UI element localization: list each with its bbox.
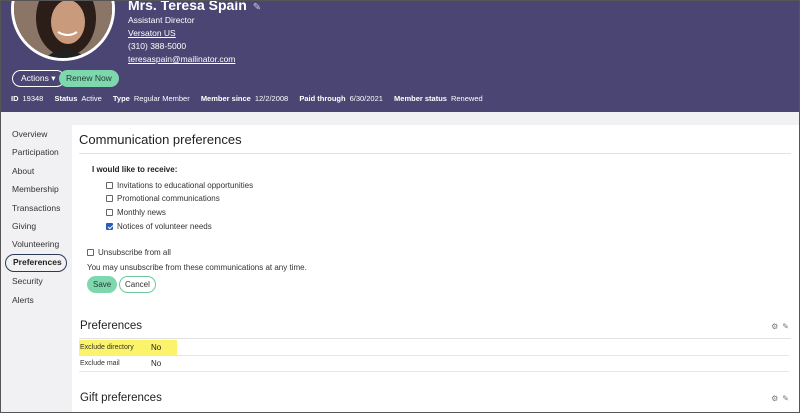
profile-phone: (310) 388-5000 bbox=[128, 41, 187, 51]
gear-icon[interactable]: ⚙ bbox=[771, 394, 778, 403]
unsubscribe-all-label: Unsubscribe from all bbox=[98, 248, 171, 257]
meta-label-status: Status bbox=[54, 94, 78, 103]
gear-icon[interactable]: ⚙ bbox=[771, 322, 778, 331]
profile-name-text: Mrs. Teresa Spain bbox=[128, 0, 247, 13]
pref-row-exclude-mail: Exclude mail No bbox=[79, 356, 789, 372]
receive-label: I would like to receive: bbox=[92, 165, 178, 174]
sidebar-item-security[interactable]: Security bbox=[1, 272, 71, 290]
option-volunteer-needs-label: Notices of volunteer needs bbox=[117, 222, 212, 231]
cancel-button[interactable]: Cancel bbox=[119, 276, 156, 293]
sidebar-item-about[interactable]: About bbox=[1, 162, 71, 180]
pref-value-exclude-directory: No bbox=[151, 343, 162, 352]
option-promotional-label: Promotional communications bbox=[117, 194, 220, 203]
preferences-section-icons: ⚙ ✎ bbox=[767, 322, 789, 331]
profile-title: Assistant Director bbox=[128, 15, 195, 25]
meta-value-type: Regular Member bbox=[133, 94, 190, 103]
gift-preferences-heading: Gift preferences bbox=[80, 392, 162, 404]
profile-email-link[interactable]: teresaspain@mailinator.com bbox=[128, 54, 235, 64]
page-frame: Mrs. Teresa Spain ✎ Assistant Director Ve… bbox=[0, 0, 800, 413]
meta-value-id: 19348 bbox=[22, 94, 44, 103]
sidebar-item-giving[interactable]: Giving bbox=[1, 217, 71, 235]
meta-value-paid-through: 6/30/2021 bbox=[349, 94, 383, 103]
sidebar-item-membership[interactable]: Membership bbox=[1, 180, 71, 198]
gift-section-icons: ⚙ ✎ bbox=[767, 394, 789, 403]
option-promotional[interactable]: Promotional communications bbox=[106, 194, 220, 203]
preferences-heading: Preferences bbox=[80, 320, 143, 332]
checkbox-unsubscribe-all[interactable] bbox=[87, 249, 94, 256]
profile-organization-link[interactable]: Versaton US bbox=[128, 28, 176, 38]
renew-now-button[interactable]: Renew Now bbox=[59, 70, 119, 87]
checkbox-volunteer-needs[interactable] bbox=[106, 223, 113, 230]
unsubscribe-all[interactable]: Unsubscribe from all bbox=[87, 248, 171, 257]
avatar bbox=[11, 1, 115, 61]
sidebar-item-overview[interactable]: Overview bbox=[1, 125, 71, 143]
pref-key-exclude-mail: Exclude mail bbox=[80, 360, 120, 367]
pref-row-exclude-directory: Exclude directory No bbox=[79, 340, 789, 356]
meta-value-member-status: Renewed bbox=[450, 94, 483, 103]
checkbox-monthly-news[interactable] bbox=[106, 209, 113, 216]
meta-label-paid-through: Paid through bbox=[299, 94, 346, 103]
communication-preferences-heading: Communication preferences bbox=[79, 132, 242, 147]
meta-label-member-since: Member since bbox=[200, 94, 251, 103]
divider bbox=[79, 153, 791, 154]
profile-name: Mrs. Teresa Spain ✎ bbox=[128, 0, 261, 13]
pencil-icon[interactable]: ✎ bbox=[782, 322, 789, 331]
pencil-icon[interactable]: ✎ bbox=[253, 2, 261, 13]
option-monthly-news[interactable]: Monthly news bbox=[106, 208, 166, 217]
option-volunteer-needs[interactable]: Notices of volunteer needs bbox=[106, 222, 212, 231]
meta-label-type: Type bbox=[112, 94, 130, 103]
option-monthly-news-label: Monthly news bbox=[117, 208, 166, 217]
sidebar-item-participation[interactable]: Participation bbox=[1, 143, 71, 161]
unsubscribe-note: You may unsubscribe from these communica… bbox=[87, 263, 307, 272]
divider bbox=[79, 338, 791, 339]
sidebar-item-transactions[interactable]: Transactions bbox=[1, 199, 71, 217]
profile-header: Mrs. Teresa Spain ✎ Assistant Director Ve… bbox=[1, 1, 799, 112]
member-meta-row: ID 19348 Status Active Type Regular Member … bbox=[11, 94, 492, 103]
actions-button[interactable]: Actions ▾ bbox=[12, 70, 65, 87]
save-button[interactable]: Save bbox=[87, 276, 118, 293]
sidebar-item-volunteering[interactable]: Volunteering bbox=[1, 235, 71, 253]
checkbox-educational[interactable] bbox=[106, 182, 113, 189]
pref-value-exclude-mail: No bbox=[151, 359, 162, 368]
meta-value-member-since: 12/2/2008 bbox=[254, 94, 289, 103]
meta-label-id: ID bbox=[11, 94, 19, 103]
pencil-icon[interactable]: ✎ bbox=[782, 394, 789, 403]
option-educational[interactable]: Invitations to educational opportunities bbox=[106, 181, 253, 190]
checkbox-promotional[interactable] bbox=[106, 195, 113, 202]
sidebar-item-alerts[interactable]: Alerts bbox=[1, 291, 71, 309]
option-educational-label: Invitations to educational opportunities bbox=[117, 181, 254, 190]
sidebar-item-preferences[interactable]: Preferences bbox=[5, 253, 67, 273]
main-content: Communication preferences I would like t… bbox=[72, 125, 799, 412]
meta-value-status: Active bbox=[81, 94, 102, 103]
meta-label-member-status: Member status bbox=[394, 94, 447, 103]
sidebar-nav: Overview Participation About Membership … bbox=[1, 125, 71, 309]
pref-key-exclude-directory: Exclude directory bbox=[80, 344, 134, 351]
